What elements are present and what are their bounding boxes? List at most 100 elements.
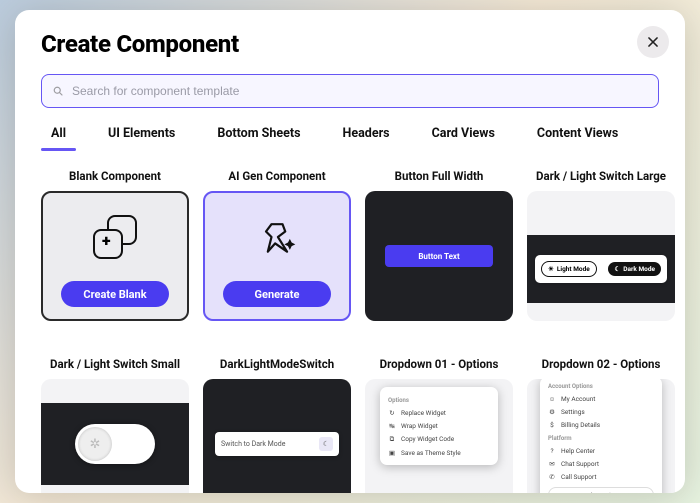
mode-switch-bar: Switch to Dark Mode ☾ bbox=[215, 432, 339, 456]
preview-area: Account Options ☺ My Account ⚙ Settings $ B… bbox=[527, 379, 675, 493]
duplicate-plus-icon: + bbox=[93, 215, 137, 259]
dropdown-panel: Options ↻Replace Widget ↹Wrap Widget ⧉Co… bbox=[380, 387, 498, 465]
moon-icon: ☾ bbox=[319, 437, 333, 451]
wrap-icon: ↹ bbox=[388, 422, 396, 430]
billing-icon: $ bbox=[548, 421, 556, 429]
sun-icon: ✲ bbox=[90, 437, 101, 452]
template-label: Blank Component bbox=[69, 169, 161, 183]
template-label: Button Full Width bbox=[395, 169, 484, 183]
switch-knob: ✲ bbox=[78, 427, 112, 461]
preview-area: Switch to Dark Mode ☾ bbox=[203, 379, 351, 493]
switch-large-preview: ☀ Light Mode ☾ Dark Mode bbox=[535, 255, 667, 283]
template-button-full-width[interactable]: Button Full Width Button Text bbox=[365, 169, 513, 341]
search-input[interactable] bbox=[72, 84, 648, 98]
template-switch-small[interactable]: Dark / Light Switch Small ✲ bbox=[41, 357, 189, 493]
dropdown-panel: Account Options ☺ My Account ⚙ Settings $ B… bbox=[540, 379, 662, 493]
logout-button: Logout bbox=[548, 487, 654, 493]
help-icon: ? bbox=[548, 447, 556, 455]
chip-label: Light Mode bbox=[557, 265, 590, 273]
template-grid: Blank Component + Create Blank AI Gen Co… bbox=[41, 169, 659, 493]
dark-mode-chip: ☾ Dark Mode bbox=[608, 262, 661, 276]
template-dark-light-mode-switch[interactable]: DarkLightModeSwitch Switch to Dark Mode … bbox=[203, 357, 351, 493]
preview-area: Options ↻Replace Widget ↹Wrap Widget ⧉Co… bbox=[365, 379, 513, 493]
preview-area: + bbox=[43, 193, 187, 281]
preview-area: ☀ Light Mode ☾ Dark Mode bbox=[527, 235, 675, 303]
preview-area bbox=[205, 193, 349, 281]
template-card: ✲ bbox=[41, 379, 189, 493]
create-component-dialog: Create Component All UI Elements Bottom … bbox=[15, 10, 685, 493]
sun-icon: ☀ bbox=[548, 265, 554, 273]
menu-row: $ Billing Details bbox=[548, 418, 654, 431]
menu-row: ↻ Replace Widget bbox=[388, 406, 490, 419]
template-switch-large[interactable]: Dark / Light Switch Large ☀ Light Mode ☾… bbox=[527, 169, 675, 341]
bar-label: Switch to Dark Mode bbox=[221, 440, 285, 448]
template-label: AI Gen Component bbox=[228, 169, 325, 183]
menu-row: ? Help Center bbox=[548, 444, 654, 457]
template-label: Dark / Light Switch Small bbox=[50, 357, 180, 371]
chip-label: Dark Mode bbox=[623, 265, 655, 273]
user-icon: ☺ bbox=[548, 395, 556, 403]
menu-label: Billing Details bbox=[561, 421, 600, 429]
menu-row: ▣ Save as Theme Style bbox=[388, 446, 490, 459]
template-card: ☀ Light Mode ☾ Dark Mode bbox=[527, 191, 675, 321]
save-icon: ▣ bbox=[388, 449, 396, 457]
menu-row: ⧉ Copy Widget Code bbox=[388, 432, 490, 446]
search-field[interactable] bbox=[41, 74, 659, 108]
template-label: DarkLightModeSwitch bbox=[220, 357, 334, 371]
menu-label: Save as Theme Style bbox=[401, 449, 461, 457]
menu-row: ✉ Chat Support bbox=[548, 457, 654, 470]
preview-area: Button Text bbox=[365, 191, 513, 321]
tabs: All UI Elements Bottom Sheets Headers Ca… bbox=[41, 126, 659, 151]
template-card: Generate bbox=[203, 191, 351, 321]
section-header: Account Options bbox=[548, 383, 654, 390]
menu-label: Copy Widget Code bbox=[401, 435, 454, 443]
menu-label: Help Center bbox=[561, 447, 595, 455]
menu-label: Call Support bbox=[561, 473, 596, 481]
tab-all[interactable]: All bbox=[41, 126, 76, 151]
template-label: Dropdown 02 - Options bbox=[542, 357, 661, 371]
menu-row: ⚙ Settings bbox=[548, 405, 654, 418]
menu-label: My Account bbox=[561, 395, 595, 403]
preview-area: ✲ bbox=[41, 403, 189, 485]
menu-row: ✆ Call Support bbox=[548, 470, 654, 483]
ai-magic-icon bbox=[255, 215, 299, 259]
copy-icon: ⧉ bbox=[388, 435, 396, 444]
template-card: Account Options ☺ My Account ⚙ Settings $ B… bbox=[527, 379, 675, 493]
menu-label: Chat Support bbox=[561, 460, 599, 468]
close-icon bbox=[646, 35, 660, 49]
template-dropdown-01[interactable]: Dropdown 01 - Options Options ↻Replace W… bbox=[365, 357, 513, 493]
phone-icon: ✆ bbox=[548, 473, 556, 481]
switch-small-preview: ✲ bbox=[75, 424, 155, 464]
template-card: Options ↻Replace Widget ↹Wrap Widget ⧉Co… bbox=[365, 379, 513, 493]
chat-icon: ✉ bbox=[548, 460, 556, 468]
template-label: Dropdown 01 - Options bbox=[380, 357, 499, 371]
moon-icon: ☾ bbox=[614, 265, 620, 273]
tab-headers[interactable]: Headers bbox=[333, 126, 400, 151]
template-blank[interactable]: Blank Component + Create Blank bbox=[41, 169, 189, 341]
menu-row: ↹ Wrap Widget bbox=[388, 419, 490, 432]
template-dropdown-02[interactable]: Dropdown 02 - Options Account Options ☺ M… bbox=[527, 357, 675, 493]
dialog-title: Create Component bbox=[41, 30, 659, 58]
create-blank-button[interactable]: Create Blank bbox=[61, 281, 169, 307]
template-label: Dark / Light Switch Large bbox=[536, 169, 666, 183]
tab-ui-elements[interactable]: UI Elements bbox=[98, 126, 185, 151]
button-preview: Button Text bbox=[385, 245, 493, 267]
replace-icon: ↻ bbox=[388, 409, 396, 417]
generate-button[interactable]: Generate bbox=[223, 281, 331, 307]
search-icon bbox=[52, 85, 64, 97]
close-button[interactable] bbox=[637, 26, 669, 58]
menu-row: ☺ My Account bbox=[548, 392, 654, 405]
template-ai-gen[interactable]: AI Gen Component Generate bbox=[203, 169, 351, 341]
light-mode-chip: ☀ Light Mode bbox=[541, 261, 597, 277]
template-card: Switch to Dark Mode ☾ bbox=[203, 379, 351, 493]
menu-label: Replace Widget bbox=[401, 409, 446, 417]
menu-label: Wrap Widget bbox=[401, 422, 438, 430]
gear-icon: ⚙ bbox=[548, 408, 556, 416]
tab-content-views[interactable]: Content Views bbox=[527, 126, 628, 151]
menu-label: Settings bbox=[561, 408, 585, 416]
template-card: Button Text bbox=[365, 191, 513, 321]
section-header: Platform bbox=[548, 435, 654, 442]
tab-card-views[interactable]: Card Views bbox=[422, 126, 505, 151]
template-card: + Create Blank bbox=[41, 191, 189, 321]
tab-bottom-sheets[interactable]: Bottom Sheets bbox=[207, 126, 310, 151]
